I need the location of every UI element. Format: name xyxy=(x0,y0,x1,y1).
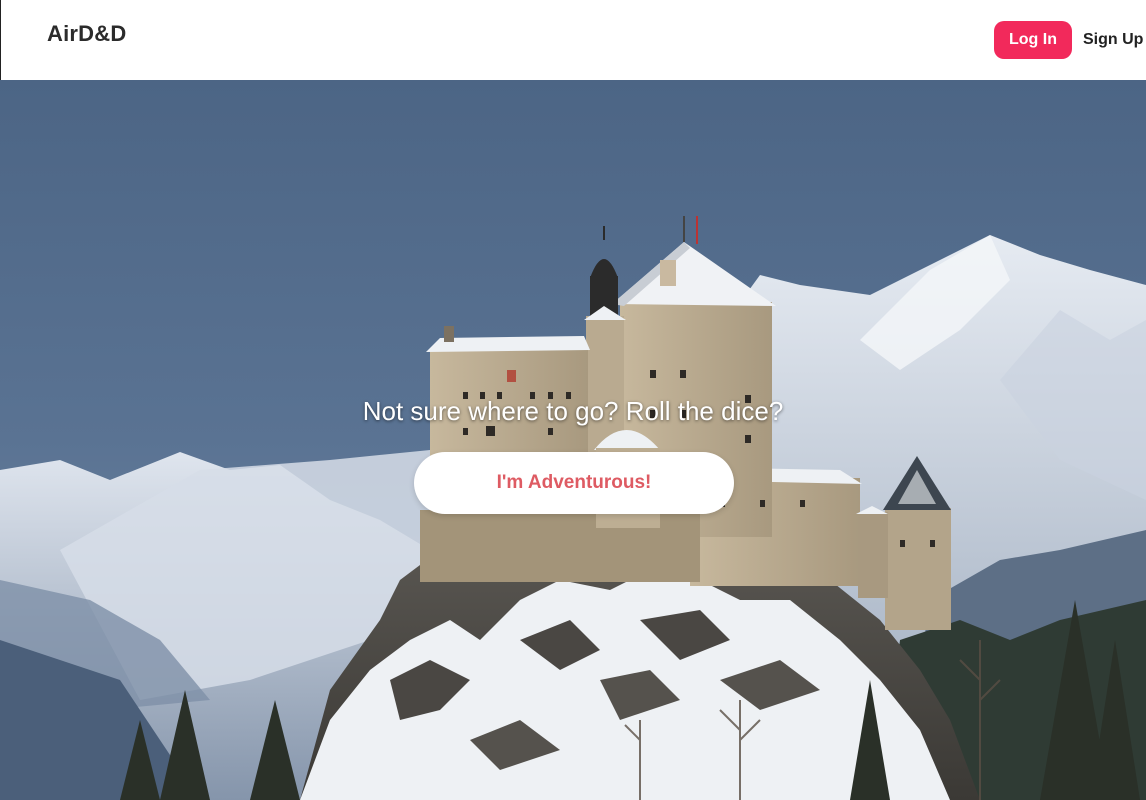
navbar: AirD&D Log In Sign Up xyxy=(0,0,1146,80)
adventurous-button[interactable]: I'm Adventurous! xyxy=(414,452,734,514)
login-button[interactable]: Log In xyxy=(994,21,1072,59)
hero-background-image xyxy=(0,80,1146,800)
signup-button[interactable]: Sign Up xyxy=(1079,21,1146,59)
hero-section: Not sure where to go? Roll the dice? I'm… xyxy=(0,80,1146,800)
landing-page: AirD&D Log In Sign Up Not sure where to … xyxy=(0,0,1146,800)
brand-logo[interactable]: AirD&D xyxy=(47,21,126,47)
